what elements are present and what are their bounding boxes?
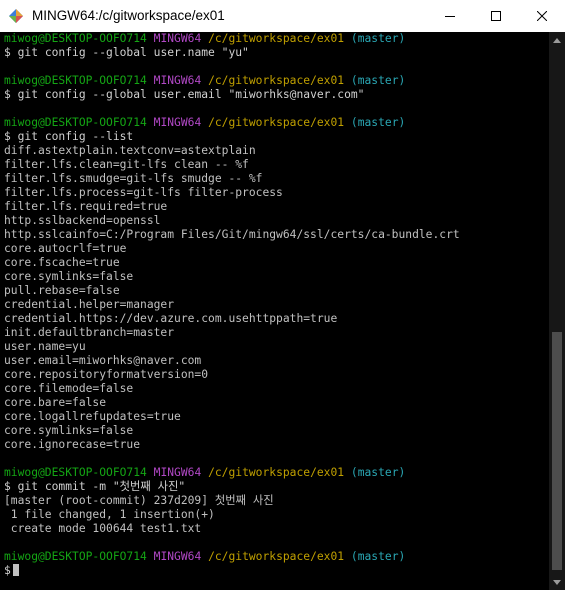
config-output-line: filter.lfs.process=git-lfs filter-proces… xyxy=(4,186,283,199)
close-button[interactable] xyxy=(519,0,565,32)
config-output-line: filter.lfs.clean=git-lfs clean -- %f xyxy=(4,158,249,171)
prompt-system: MINGW64 xyxy=(153,550,202,563)
prompt-system: MINGW64 xyxy=(153,74,202,87)
config-output-line: core.ignorecase=true xyxy=(4,438,141,451)
text-cursor xyxy=(12,564,19,576)
input-line[interactable]: $ xyxy=(4,564,460,578)
prompt-system: MINGW64 xyxy=(153,116,202,129)
commit-output-line: [master (root-commit) 237d209] 첫번째 사진 xyxy=(4,494,274,507)
prompt-user: miwog@DESKTOP-OOFO714 xyxy=(4,116,147,129)
window-title: MINGW64:/c/gitworkspace/ex01 xyxy=(32,8,225,23)
minimize-button[interactable] xyxy=(427,0,473,32)
config-output-line: http.sslcainfo=C:/Program Files/Git/ming… xyxy=(4,228,460,241)
prompt-user: miwog@DESKTOP-OOFO714 xyxy=(4,32,147,45)
prompt-path: /c/gitworkspace/ex01 xyxy=(208,466,345,479)
config-output-line: core.logallrefupdates=true xyxy=(4,410,181,423)
prompt-path: /c/gitworkspace/ex01 xyxy=(208,116,345,129)
scroll-up-arrow-icon xyxy=(553,37,561,43)
prompt-path: /c/gitworkspace/ex01 xyxy=(208,32,345,45)
terminal-window: MINGW64:/c/gitworkspace/ex01 miwog@DESKT… xyxy=(0,0,565,590)
prompt-path: /c/gitworkspace/ex01 xyxy=(208,74,345,87)
vertical-scrollbar[interactable] xyxy=(549,32,565,590)
prompt-user: miwog@DESKTOP-OOFO714 xyxy=(4,466,147,479)
config-output-line: filter.lfs.smudge=git-lfs smudge -- %f xyxy=(4,172,263,185)
terminal-output: miwog@DESKTOP-OOFO714 MINGW64 /c/gitwork… xyxy=(4,32,460,578)
prompt-user: miwog@DESKTOP-OOFO714 xyxy=(4,74,147,87)
prompt-symbol: $ xyxy=(4,88,11,101)
command-text: git config --global user.email "miworhks… xyxy=(10,88,365,101)
config-output-line: diff.astextplain.textconv=astextplain xyxy=(4,144,256,157)
config-output-line: core.autocrlf=true xyxy=(4,242,127,255)
prompt-branch: (master) xyxy=(350,466,406,479)
config-output-line: credential.https://dev.azure.com.usehttp… xyxy=(4,312,338,325)
config-output-line: core.symlinks=false xyxy=(4,424,134,437)
scrollbar-thumb[interactable] xyxy=(552,332,562,570)
command-line: $ git config --list xyxy=(4,130,460,144)
prompt-symbol: $ xyxy=(4,480,11,493)
commit-output-line: 1 file changed, 1 insertion(+) xyxy=(4,508,215,521)
config-output-line: credential.helper=manager xyxy=(4,298,175,311)
prompt-symbol: $ xyxy=(4,130,11,143)
prompt-branch: (master) xyxy=(350,32,406,45)
prompt-user: miwog@DESKTOP-OOFO714 xyxy=(4,550,147,563)
config-output-line: http.sslbackend=openssl xyxy=(4,214,161,227)
close-icon xyxy=(537,11,547,21)
prompt-branch: (master) xyxy=(350,74,406,87)
prompt-line: miwog@DESKTOP-OOFO714 MINGW64 /c/gitwork… xyxy=(4,74,460,88)
prompt-branch: (master) xyxy=(350,116,406,129)
commit-output-line: create mode 100644 test1.txt xyxy=(4,522,202,535)
prompt-line: miwog@DESKTOP-OOFO714 MINGW64 /c/gitwork… xyxy=(4,466,460,480)
scroll-down-arrow-icon xyxy=(553,579,561,585)
command-text: git config --list xyxy=(10,130,134,143)
prompt-symbol: $ xyxy=(4,46,11,59)
config-output-line: core.bare=false xyxy=(4,396,107,409)
config-output-line: user.email=miworhks@naver.com xyxy=(4,354,202,367)
command-line: $ git config --global user.name "yu" xyxy=(4,46,460,60)
prompt-branch: (master) xyxy=(350,550,406,563)
title-bar[interactable]: MINGW64:/c/gitworkspace/ex01 xyxy=(0,0,565,32)
mingw-app-icon xyxy=(9,9,23,23)
terminal-area[interactable]: miwog@DESKTOP-OOFO714 MINGW64 /c/gitwork… xyxy=(0,32,549,590)
prompt-system: MINGW64 xyxy=(153,466,202,479)
command-text: git config --global user.name "yu" xyxy=(10,46,249,59)
prompt-system: MINGW64 xyxy=(153,32,202,45)
config-output-line: filter.lfs.required=true xyxy=(4,200,168,213)
config-output-line: core.filemode=false xyxy=(4,382,134,395)
minimize-icon xyxy=(445,16,455,17)
scroll-down-button[interactable] xyxy=(549,574,565,590)
prompt-path: /c/gitworkspace/ex01 xyxy=(208,550,345,563)
config-output-line: user.name=yu xyxy=(4,340,86,353)
maximize-icon xyxy=(491,11,501,21)
scroll-up-button[interactable] xyxy=(549,32,565,48)
command-text: git commit -m "첫번째 사진" xyxy=(10,480,186,493)
config-output-line: core.fscache=true xyxy=(4,256,120,269)
config-output-line: init.defaultbranch=master xyxy=(4,326,175,339)
config-output-line: core.symlinks=false xyxy=(4,270,134,283)
prompt-line: miwog@DESKTOP-OOFO714 MINGW64 /c/gitwork… xyxy=(4,550,460,564)
prompt-line: miwog@DESKTOP-OOFO714 MINGW64 /c/gitwork… xyxy=(4,116,460,130)
config-output-line: pull.rebase=false xyxy=(4,284,120,297)
prompt-symbol: $ xyxy=(4,564,11,577)
config-output-line: core.repositoryformatversion=0 xyxy=(4,368,209,381)
maximize-button[interactable] xyxy=(473,0,519,32)
command-line: $ git commit -m "첫번째 사진" xyxy=(4,480,460,494)
prompt-line: miwog@DESKTOP-OOFO714 MINGW64 /c/gitwork… xyxy=(4,32,460,46)
command-line: $ git config --global user.email "miworh… xyxy=(4,88,460,102)
